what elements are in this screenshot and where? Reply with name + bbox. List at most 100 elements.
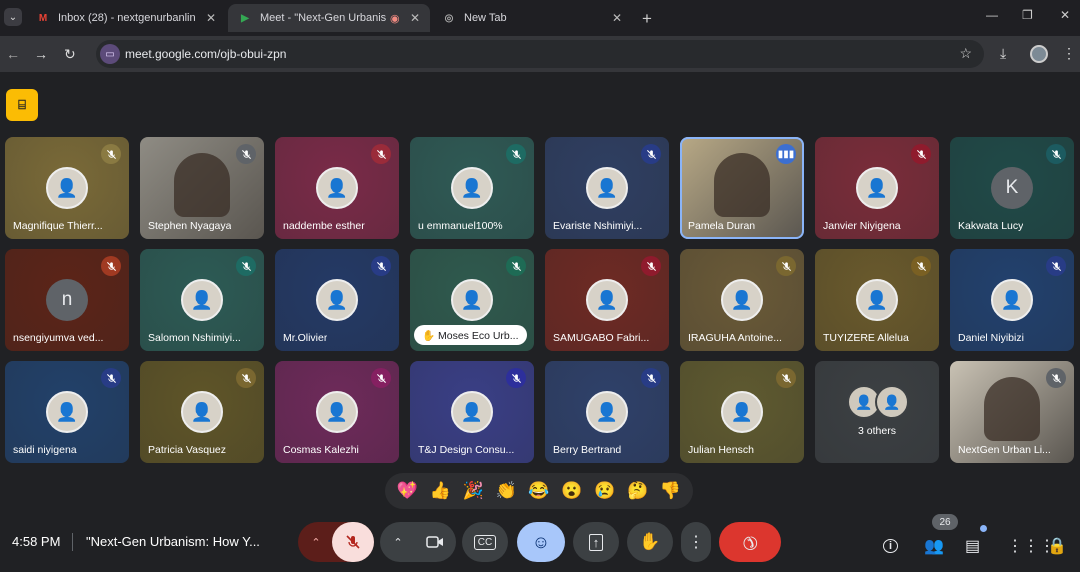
reaction-emoji-button[interactable]: 💖 xyxy=(397,481,418,501)
avatar: 👤 xyxy=(586,167,628,209)
mic-off-button[interactable] xyxy=(332,522,374,562)
tab-meet[interactable]: ▶ Meet - "Next-Gen Urbanism ◉ ✕ xyxy=(228,4,430,32)
new-tab-button[interactable]: + xyxy=(642,9,652,29)
participant-tile[interactable]: 👤 👤 3 others xyxy=(815,361,939,463)
hand-icon: ✋ xyxy=(639,532,661,551)
reload-icon[interactable]: ↻ xyxy=(64,46,76,63)
reaction-emoji-button[interactable]: 🤔 xyxy=(627,481,648,501)
participant-tile[interactable]: 👤 Cosmas Kalezhi xyxy=(275,361,399,463)
participant-tile[interactable]: 👤 u emmanuel100% xyxy=(410,137,534,239)
close-icon[interactable]: ✕ xyxy=(612,11,622,25)
participant-tile[interactable]: 👤 Magnifique Thierr... xyxy=(5,137,129,239)
tab-title: Inbox (28) - nextgenurbanlinkh xyxy=(58,12,196,24)
participant-name: Salomon Nshimiyi... xyxy=(148,332,241,344)
reaction-emoji-button[interactable]: 😮 xyxy=(561,481,582,501)
mic-off-icon xyxy=(236,368,256,388)
participant-name: SAMUGABO Fabri... xyxy=(553,332,650,344)
reaction-emoji-button[interactable]: 👍 xyxy=(430,481,451,501)
host-controls-icon[interactable]: 🔒 xyxy=(1047,536,1067,556)
bookmark-star-icon[interactable]: ☆ xyxy=(959,45,972,62)
close-window-icon[interactable]: ✕ xyxy=(1060,8,1070,22)
back-icon[interactable]: ← xyxy=(6,46,20,62)
profile-avatar[interactable] xyxy=(1030,45,1048,63)
menu-kebab-icon[interactable]: ⋮ xyxy=(1062,45,1076,62)
reaction-emoji-button[interactable]: 😢 xyxy=(594,481,615,501)
url-text: meet.google.com/ojb-obui-zpn xyxy=(125,47,287,61)
minimize-icon[interactable]: — xyxy=(986,8,998,22)
mic-off-icon xyxy=(236,256,256,276)
address-bar[interactable]: ▭ meet.google.com/ojb-obui-zpn ☆ xyxy=(96,40,984,68)
participant-tile[interactable]: 👤 Daniel Niyibizi xyxy=(950,249,1074,351)
participant-tile[interactable]: 👤 Patricia Vasquez xyxy=(140,361,264,463)
reaction-emoji-button[interactable]: 🎉 xyxy=(463,481,484,501)
participant-name: T&J Design Consu... xyxy=(418,444,515,456)
meeting-info-icon[interactable]: i xyxy=(883,536,899,554)
participant-tile[interactable]: Stephen Nyagaya xyxy=(140,137,264,239)
tab-search-icon[interactable]: ⌄ xyxy=(4,8,22,26)
reaction-emoji-button[interactable]: 👎 xyxy=(660,481,681,501)
forward-icon[interactable]: → xyxy=(34,46,48,62)
reactions-button[interactable]: ☺ xyxy=(517,522,565,562)
more-vert-icon: ⋮ xyxy=(688,534,704,551)
participant-name: u emmanuel100% xyxy=(418,220,503,232)
participant-tile[interactable]: 👤 SAMUGABO Fabri... xyxy=(545,249,669,351)
divider xyxy=(72,533,73,551)
participant-tile[interactable]: n nsengiyumva ved... xyxy=(5,249,129,351)
participant-tile[interactable]: 👤 Berry Bertrand xyxy=(545,361,669,463)
present-button[interactable]: ↑ xyxy=(573,522,619,562)
download-icon[interactable]: ⤓ xyxy=(1000,45,1006,62)
participant-name: Daniel Niyibizi xyxy=(958,332,1024,344)
participant-name-pill: ✋ Moses Eco Urb... xyxy=(414,325,527,345)
mic-off-icon xyxy=(776,368,796,388)
tab-new-tab[interactable]: ◎ New Tab ✕ xyxy=(432,4,632,32)
others-label: 3 others xyxy=(858,425,896,437)
participant-tile[interactable]: 👤 TUYIZERE Allelua xyxy=(815,249,939,351)
participant-tile[interactable]: 👤 Salomon Nshimiyi... xyxy=(140,249,264,351)
participant-tile[interactable]: 👤 Janvier Niyigena xyxy=(815,137,939,239)
camera-control-group: ⌃ xyxy=(380,522,456,562)
close-icon[interactable]: ✕ xyxy=(410,11,420,25)
camera-options-chevron-icon[interactable]: ⌃ xyxy=(380,522,416,562)
meet-icon: ▶ xyxy=(241,12,249,24)
participant-tile[interactable]: 👤 Julian Hensch xyxy=(680,361,804,463)
mic-options-chevron-icon[interactable]: ⌃ xyxy=(298,522,334,562)
participant-tile[interactable]: ▮▮▮ Pamela Duran xyxy=(680,137,804,239)
participant-tile[interactable]: NextGen Urban Li... xyxy=(950,361,1074,463)
mic-off-icon xyxy=(101,144,121,164)
mic-off-icon xyxy=(641,144,661,164)
people-icon[interactable]: 👥 xyxy=(924,536,944,556)
participant-tile[interactable]: 👤 Evariste Nshimiyi... xyxy=(545,137,669,239)
captions-button[interactable]: CC xyxy=(462,522,508,562)
participant-name: Kakwata Lucy xyxy=(958,220,1024,232)
reaction-emoji-button[interactable]: 👏 xyxy=(495,481,516,501)
chat-icon[interactable]: ▤ xyxy=(965,536,980,556)
more-options-button[interactable]: ⋮ xyxy=(681,522,711,562)
tab-gmail[interactable]: M Inbox (28) - nextgenurbanlinkh ✕ xyxy=(26,4,226,32)
companion-mode-icon[interactable]: ⌸ xyxy=(6,89,38,121)
participant-count-badge: 26 xyxy=(932,514,958,530)
maximize-icon[interactable]: ❐ xyxy=(1022,8,1033,22)
participant-tile[interactable]: K Kakwata Lucy xyxy=(950,137,1074,239)
participant-name: NextGen Urban Li... xyxy=(958,444,1051,456)
close-icon[interactable]: ✕ xyxy=(206,11,216,25)
participant-tile[interactable]: 👤 T&J Design Consu... xyxy=(410,361,534,463)
participant-name: Stephen Nyagaya xyxy=(148,220,232,232)
raise-hand-button[interactable]: ✋ xyxy=(627,522,673,562)
avatar: K xyxy=(991,167,1033,209)
participant-name: saidi niyigena xyxy=(13,444,77,456)
chrome-icon: ◎ xyxy=(444,12,454,24)
camera-button[interactable] xyxy=(414,522,456,562)
reactions-bar: 💖 👍 🎉 👏 😂 😮 😢 🤔 👎 xyxy=(385,473,693,509)
participant-tile[interactable]: 👤 ✋ Moses Eco Urb... xyxy=(410,249,534,351)
participant-tile[interactable]: 👤 Mr.Olivier xyxy=(275,249,399,351)
avatar: 👤 xyxy=(991,279,1033,321)
mic-control-group: ⌃ xyxy=(298,522,374,562)
participant-tile[interactable]: 👤 saidi niyigena xyxy=(5,361,129,463)
participant-tile[interactable]: 👤 IRAGUHA Antoine... xyxy=(680,249,804,351)
leave-call-button[interactable]: ✆ xyxy=(719,522,781,562)
mic-off-icon xyxy=(371,256,391,276)
reaction-emoji-button[interactable]: 😂 xyxy=(528,481,549,501)
participant-tile[interactable]: 👤 naddembe esther xyxy=(275,137,399,239)
site-info-icon[interactable]: ▭ xyxy=(100,44,120,64)
speaking-indicator-icon: ▮▮▮ xyxy=(776,144,796,164)
